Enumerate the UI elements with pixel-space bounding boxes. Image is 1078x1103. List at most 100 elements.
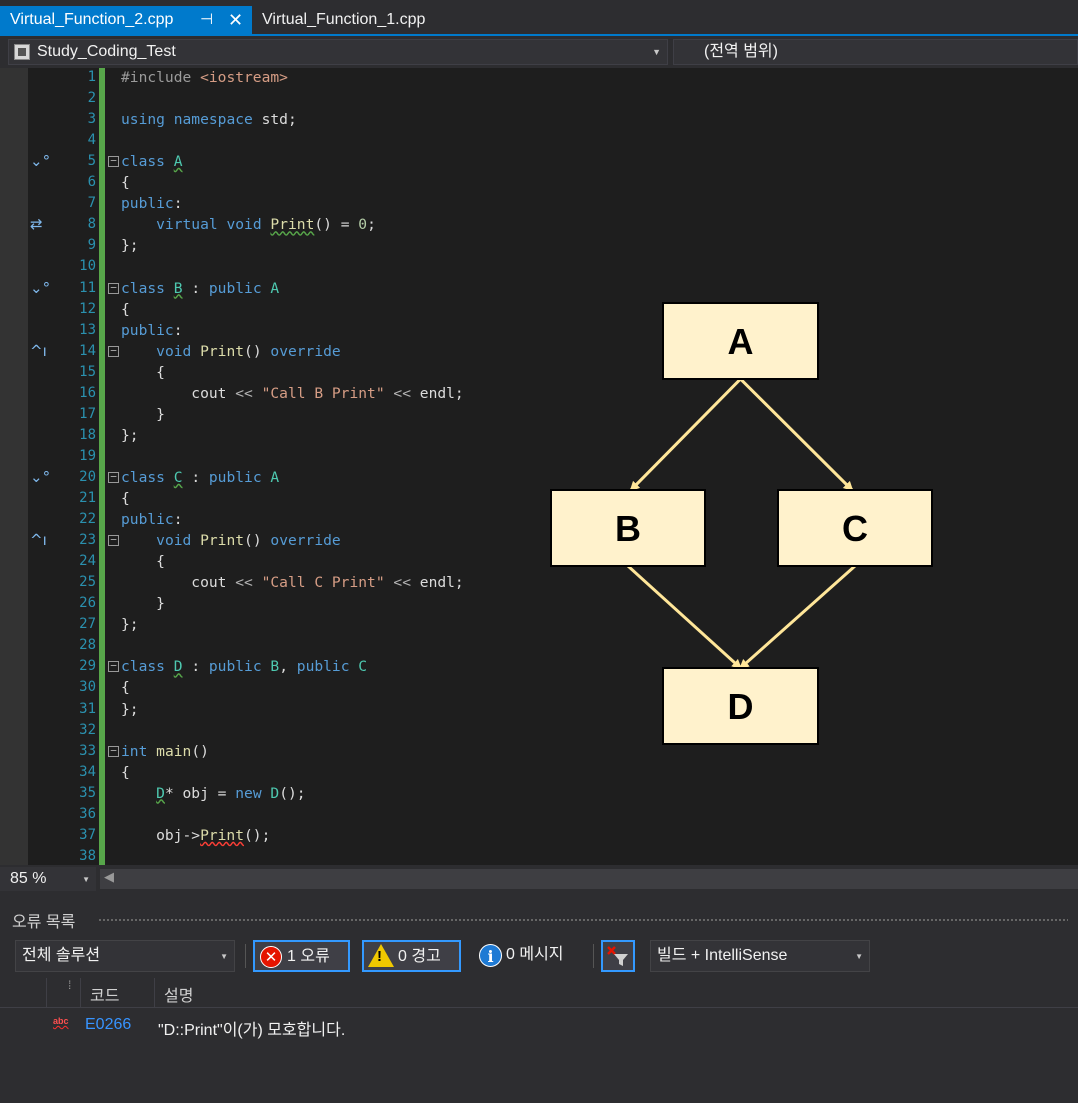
code-text: using namespace std; <box>121 111 297 129</box>
error-list-header: ⁞ 코드 설명 <box>0 978 1078 1008</box>
code-text: { <box>121 763 130 781</box>
code-line[interactable]: 35 D* obj = new D(); <box>0 783 1078 804</box>
line-number: 30 <box>79 679 96 696</box>
code-line[interactable]: 38 <box>0 846 1078 865</box>
code-text: } <box>121 595 165 613</box>
scroll-left-icon[interactable]: ◀ <box>104 869 114 885</box>
line-number: 17 <box>79 405 96 422</box>
tab-label: Virtual_Function_2.cpp <box>10 11 174 28</box>
code-line[interactable]: 37 obj->Print(); <box>0 825 1078 846</box>
line-number: 6 <box>87 174 96 191</box>
chevron-down-icon: ▼ <box>855 952 863 961</box>
node-label: D <box>728 686 754 727</box>
code-line[interactable]: 5− ⌄° class A <box>0 151 1078 172</box>
code-text: }; <box>121 616 139 634</box>
code-line[interactable]: 8 ⇄ virtual void Print() = 0; <box>0 214 1078 235</box>
code-text: public: <box>121 511 183 529</box>
column-separator <box>46 978 47 1008</box>
warnings-filter-button[interactable]: ! 0 경고 <box>362 940 461 972</box>
code-text: void Print() override <box>156 532 341 550</box>
fold-toggle-icon[interactable]: − <box>108 534 119 547</box>
sort-indicator-icon[interactable]: ⁞ <box>68 978 71 992</box>
line-number: 19 <box>79 447 96 464</box>
code-line[interactable]: 4 <box>0 130 1078 151</box>
node-label: B <box>615 508 641 549</box>
code-text: D* obj = new D(); <box>156 784 306 802</box>
scope-value: 전체 솔루션 <box>22 947 101 964</box>
codelens-glyph-icon[interactable]: ⇄ <box>30 215 43 233</box>
codelens-glyph-icon[interactable]: ⌄° <box>30 279 50 297</box>
codelens-glyph-icon[interactable]: ⌄° <box>30 468 50 486</box>
filter-button[interactable] <box>601 940 635 972</box>
errors-filter-button[interactable]: ✕ 1 오류 <box>253 940 350 972</box>
column-header-description[interactable]: 설명 <box>164 982 193 1006</box>
solution-scope-dropdown[interactable]: 전체 솔루션 ▼ <box>15 940 235 972</box>
error-row[interactable]: abc E0266 "D::Print"이(가) 모호합니다. <box>0 1012 1078 1040</box>
line-number: 38 <box>79 847 96 864</box>
line-number: 13 <box>79 321 96 338</box>
node-label: A <box>728 321 754 362</box>
fold-toggle-icon[interactable]: − <box>108 660 119 673</box>
column-header-code[interactable]: 코드 <box>90 982 119 1006</box>
code-text: } <box>121 405 165 423</box>
code-line[interactable]: 10 <box>0 256 1078 277</box>
code-editor[interactable]: 1 #include <iostream> 2 3 using namespace st… <box>0 68 1078 865</box>
line-number: 26 <box>79 595 96 612</box>
line-number: 3 <box>87 111 96 128</box>
codelens-glyph-icon[interactable]: ⌄° <box>30 152 50 170</box>
line-number: 28 <box>79 637 96 654</box>
edge-a-c <box>739 377 854 492</box>
code-text: }; <box>121 426 139 444</box>
zoom-level: 85 % <box>10 870 47 887</box>
edge-b-d <box>626 564 742 670</box>
code-text: }; <box>121 237 139 255</box>
code-line[interactable]: 3 using namespace std; <box>0 109 1078 130</box>
zoom-dropdown[interactable]: 85 % ▼ <box>0 867 96 891</box>
fold-toggle-icon[interactable]: − <box>108 155 119 168</box>
line-number: 1 <box>87 69 96 85</box>
code-text: int main() <box>121 742 209 760</box>
line-number: 29 <box>79 658 96 675</box>
code-line[interactable]: 36 <box>0 804 1078 825</box>
pin-icon[interactable]: ⊣ <box>200 6 213 34</box>
project-dropdown[interactable]: Study_Coding_Test ▼ <box>8 39 668 65</box>
source-value: 빌드 + IntelliSense <box>657 947 788 964</box>
chevron-down-icon: ▼ <box>82 875 90 884</box>
node-b: B <box>550 489 706 567</box>
tab-virtual-function-1[interactable]: Virtual_Function_1.cpp <box>252 6 472 34</box>
build-source-dropdown[interactable]: 빌드 + IntelliSense ▼ <box>650 940 870 972</box>
code-line[interactable]: 7 public: <box>0 193 1078 214</box>
panel-grip[interactable] <box>98 918 1068 923</box>
horizontal-scrollbar[interactable] <box>100 869 1078 889</box>
tab-label: Virtual_Function_1.cpp <box>262 11 426 28</box>
scope-dropdown[interactable]: (전역 범위) <box>673 39 1078 65</box>
node-d: D <box>662 667 819 745</box>
fold-toggle-icon[interactable]: − <box>108 345 119 357</box>
line-number: 32 <box>79 721 96 738</box>
line-number: 25 <box>79 574 96 591</box>
warning-mark: ! <box>377 948 382 965</box>
code-text: { <box>121 679 130 697</box>
fold-toggle-icon[interactable]: − <box>108 471 119 483</box>
tab-virtual-function-2[interactable]: Virtual_Function_2.cpp ⊣ ✕ <box>0 6 252 34</box>
error-code[interactable]: E0266 <box>85 1016 131 1034</box>
messages-filter-button[interactable]: i 0 메시지 <box>474 940 586 972</box>
close-icon[interactable]: ✕ <box>228 6 243 34</box>
document-tab-bar: Virtual_Function_2.cpp ⊣ ✕ Virtual_Funct… <box>0 0 1078 36</box>
fold-toggle-icon[interactable]: − <box>108 745 119 757</box>
line-number: 31 <box>79 700 96 717</box>
codelens-glyph-icon[interactable]: ^ı <box>30 531 47 549</box>
line-number: 14 <box>79 342 96 359</box>
code-text: { <box>121 300 130 318</box>
code-line[interactable]: 1 #include <iostream> <box>0 68 1078 88</box>
line-number: 27 <box>79 616 96 633</box>
code-line[interactable]: 6{ <box>0 172 1078 193</box>
codelens-glyph-icon[interactable]: ^ı <box>30 342 47 360</box>
code-line[interactable]: 2 <box>0 88 1078 109</box>
code-line[interactable]: 9}; <box>0 235 1078 256</box>
line-number: 8 <box>87 216 96 233</box>
line-number: 16 <box>79 384 96 401</box>
line-number: 34 <box>79 763 96 780</box>
fold-toggle-icon[interactable]: − <box>108 282 119 294</box>
code-line[interactable]: 34 { <box>0 762 1078 783</box>
